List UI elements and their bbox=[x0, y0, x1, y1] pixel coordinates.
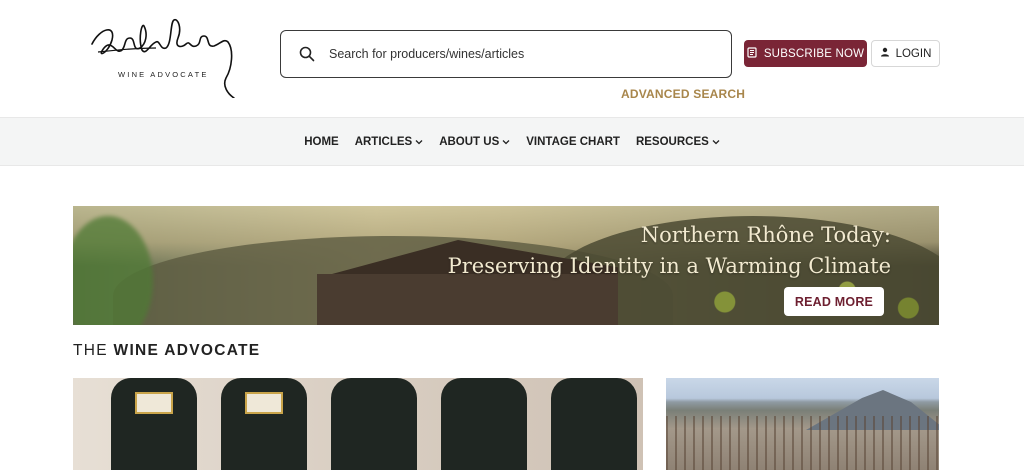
nav-item-vintage-chart[interactable]: VINTAGE CHART bbox=[518, 136, 628, 148]
chevron-down-icon bbox=[712, 139, 720, 144]
bottle-image bbox=[331, 378, 417, 470]
section-title-light: THE bbox=[73, 342, 108, 359]
nav-item-about-us[interactable]: ABOUT US bbox=[431, 136, 518, 148]
section-title: THE WINE ADVOCATE bbox=[73, 342, 260, 360]
subscribe-label: SUBSCRIBE NOW bbox=[763, 47, 865, 60]
nav-item-articles[interactable]: ARTICLES bbox=[347, 136, 432, 148]
chevron-down-icon bbox=[502, 139, 510, 144]
user-icon bbox=[880, 47, 890, 60]
login-button[interactable]: LOGIN bbox=[871, 40, 940, 67]
nav-resources-label: RESOURCES bbox=[635, 135, 709, 148]
bottle-image bbox=[111, 378, 197, 470]
nav-vintage-label: VINTAGE CHART bbox=[526, 135, 620, 148]
nav-item-home[interactable]: HOME bbox=[296, 136, 347, 148]
main-nav: HOME ARTICLES ABOUT US VINTAGE CHART RES… bbox=[0, 117, 1024, 166]
read-more-button[interactable]: READ MORE bbox=[784, 287, 884, 316]
bottle-image bbox=[221, 378, 307, 470]
logo-subtitle: WINE ADVOCATE bbox=[118, 70, 209, 79]
signature-logo-graphic bbox=[91, 18, 235, 99]
subscribe-button[interactable]: SUBSCRIBE NOW bbox=[744, 40, 867, 67]
search-icon bbox=[285, 46, 329, 62]
vineyard-rows-image bbox=[666, 416, 939, 470]
banner-headline-line2: Preserving Identity in a Warming Climate bbox=[447, 254, 891, 278]
nav-home-label: HOME bbox=[304, 135, 339, 148]
chevron-down-icon bbox=[415, 139, 423, 144]
bottle-image bbox=[441, 378, 527, 470]
section-title-bold: WINE ADVOCATE bbox=[113, 342, 261, 359]
login-label: LOGIN bbox=[895, 47, 932, 60]
nav-articles-label: ARTICLES bbox=[354, 135, 413, 148]
nav-item-resources[interactable]: RESOURCES bbox=[628, 136, 728, 148]
search-input[interactable] bbox=[329, 47, 731, 61]
advanced-search-link[interactable]: ADVANCED SEARCH bbox=[621, 87, 745, 101]
hero-banner[interactable]: Northern Rhône Today: Preserving Identit… bbox=[73, 206, 939, 325]
search-box[interactable] bbox=[280, 30, 732, 78]
article-photo-bottles[interactable] bbox=[73, 378, 643, 470]
nav-about-label: ABOUT US bbox=[439, 135, 500, 148]
newspaper-icon bbox=[747, 46, 758, 61]
site-logo[interactable]: WINE ADVOCATE bbox=[86, 8, 246, 99]
banner-headline: Northern Rhône Today: Preserving Identit… bbox=[448, 220, 891, 282]
article-photo-vineyard[interactable] bbox=[666, 378, 939, 470]
bottle-image bbox=[551, 378, 637, 470]
banner-headline-line1: Northern Rhône Today: bbox=[640, 223, 891, 247]
